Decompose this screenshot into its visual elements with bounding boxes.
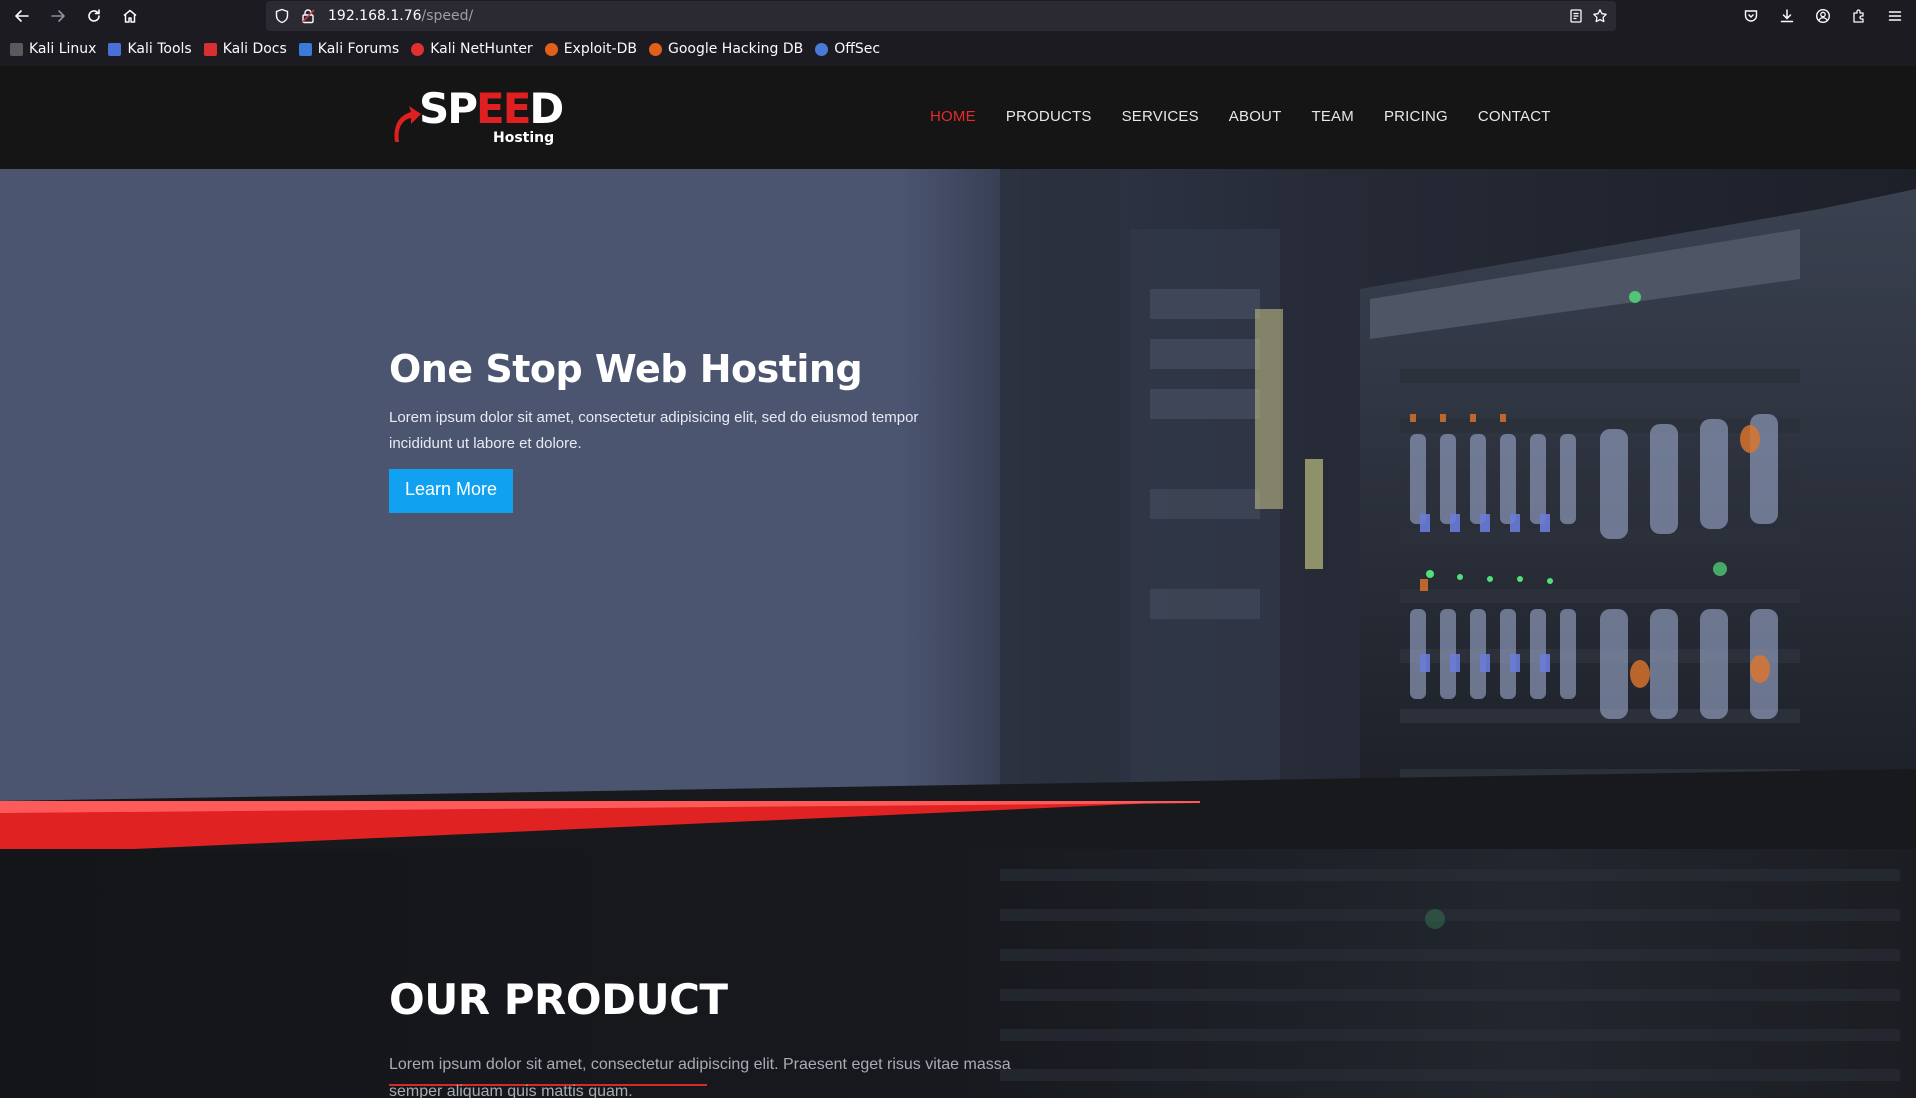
nav-pricing[interactable]: PRICING: [1384, 108, 1448, 125]
url-host: 192.168.1.76: [328, 8, 422, 24]
reload-button[interactable]: [82, 4, 106, 28]
bookmark-label: Kali Forums: [317, 41, 400, 57]
kali-docs-icon: [203, 42, 217, 56]
hamburger-menu-icon: [1888, 11, 1902, 21]
main-nav: HOME PRODUCTS SERVICES ABOUT TEAM PRICIN…: [930, 108, 1581, 125]
extensions-button[interactable]: [1847, 4, 1871, 28]
app-menu-button[interactable]: [1883, 4, 1907, 28]
bookmark-google-hacking-db[interactable]: Google Hacking DB: [648, 37, 804, 61]
home-icon: [123, 9, 137, 23]
hero-section: One Stop Web Hosting Lorem ipsum dolor s…: [0, 169, 1916, 849]
account-icon: [1815, 8, 1831, 24]
home-button[interactable]: [118, 4, 142, 28]
bookmark-kali-forums[interactable]: Kali Forums: [298, 37, 400, 61]
logo-subtitle: Hosting: [493, 130, 555, 146]
reload-icon: [88, 9, 100, 22]
bookmark-exploit-db[interactable]: Exploit-DB: [544, 37, 637, 61]
bookmark-label: Kali Linux: [29, 41, 97, 57]
exploit-db-icon: [544, 42, 558, 56]
nav-about[interactable]: ABOUT: [1229, 108, 1282, 125]
speed-hosting-logo[interactable]: SPEED Hosting: [389, 88, 569, 148]
reader-view-icon[interactable]: [1568, 8, 1584, 24]
kali-linux-icon: [10, 42, 23, 56]
back-arrow-icon: [15, 10, 29, 22]
bookmark-star-icon[interactable]: [1592, 8, 1608, 24]
kali-tools-icon: [108, 42, 122, 56]
download-icon: [1780, 9, 1794, 23]
browser-toolbar: 192.168.1.76/speed/: [0, 0, 1916, 32]
bookmark-label: Kali Docs: [222, 41, 287, 57]
downloads-button[interactable]: [1775, 4, 1799, 28]
nav-products[interactable]: PRODUCTS: [1006, 108, 1092, 125]
url-path: /speed/: [421, 8, 474, 24]
logo-text-sp: SP: [419, 84, 478, 133]
logo-text-ee: EE: [476, 84, 531, 133]
forward-arrow-icon: [51, 10, 65, 22]
product-title: OUR PRODUCT: [389, 975, 728, 1024]
bookmark-offsec[interactable]: OffSec: [815, 37, 880, 61]
hero-content: One Stop Web Hosting Lorem ipsum dolor s…: [389, 347, 949, 513]
kali-nethunter-icon: [411, 42, 425, 56]
tracking-protection-shield-icon[interactable]: [274, 8, 290, 24]
bookmark-kali-tools[interactable]: Kali Tools: [108, 37, 192, 61]
forward-button[interactable]: [46, 4, 70, 28]
server-rack-background-image: [0, 169, 1916, 849]
bookmark-label: OffSec: [834, 41, 881, 57]
pocket-icon: [1744, 10, 1758, 22]
address-bar[interactable]: 192.168.1.76/speed/: [266, 1, 1616, 31]
puzzle-extensions-icon: [1853, 9, 1864, 23]
kali-forums-icon: [298, 42, 312, 56]
bookmark-kali-linux[interactable]: Kali Linux: [10, 37, 96, 61]
bookmark-kali-nethunter[interactable]: Kali NetHunter: [411, 37, 533, 61]
hero-description: Lorem ipsum dolor sit amet, consectetur …: [389, 409, 919, 452]
nav-home[interactable]: HOME: [930, 108, 976, 125]
web-page: One Stop Web Hosting Lorem ipsum dolor s…: [0, 66, 1916, 1098]
bookmark-label: Google Hacking DB: [667, 41, 804, 57]
product-description: Lorem ipsum dolor sit amet, consectetur …: [389, 1056, 1011, 1098]
logo-text-d: D: [529, 84, 564, 133]
nav-team[interactable]: TEAM: [1311, 108, 1353, 125]
google-hacking-db-icon: [648, 42, 662, 56]
learn-more-button[interactable]: Learn More: [389, 469, 514, 513]
nav-services[interactable]: SERVICES: [1122, 108, 1199, 125]
bookmarks-bar: Kali Linux Kali Tools Kali Docs Kali For…: [0, 32, 1916, 66]
hero-title: One Stop Web Hosting: [389, 347, 863, 391]
bookmark-label: Kali NetHunter: [430, 41, 533, 57]
bookmark-kali-docs[interactable]: Kali Docs: [203, 37, 287, 61]
account-button[interactable]: [1811, 4, 1835, 28]
url-text[interactable]: 192.168.1.76/speed/: [328, 8, 473, 24]
logo-arrow-icon: [394, 106, 421, 142]
bookmark-label: Exploit-DB: [563, 41, 637, 57]
insecure-lock-icon[interactable]: [300, 8, 316, 24]
site-header: SPEED Hosting HOME PRODUCTS SERVICES ABO…: [0, 66, 1916, 169]
bookmark-label: Kali Tools: [127, 41, 192, 57]
offsec-icon: [815, 42, 829, 56]
logo-wordmark: SPEED: [419, 88, 564, 130]
back-button[interactable]: [10, 4, 34, 28]
pocket-button[interactable]: [1739, 4, 1763, 28]
nav-contact[interactable]: CONTACT: [1478, 108, 1551, 125]
